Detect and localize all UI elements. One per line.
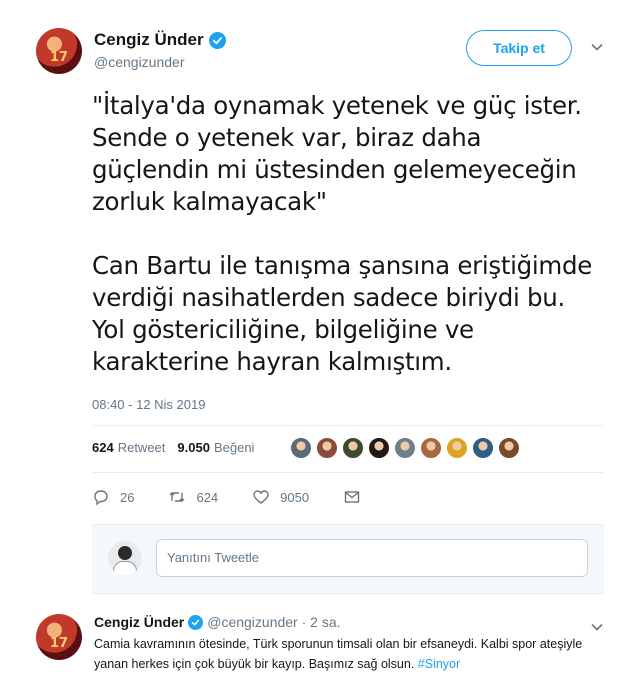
liker-avatar[interactable] [472, 437, 494, 459]
liker-avatar[interactable] [420, 437, 442, 459]
reply-count: 26 [120, 489, 135, 505]
message-action[interactable] [343, 488, 361, 506]
reply-icon [94, 490, 108, 506]
hashtag-link[interactable]: #Sinyor [418, 657, 460, 671]
author-handle[interactable]: @cengizunder [94, 54, 226, 70]
reply-body: Camia kavramının ötesinde, Türk sporunun… [94, 637, 583, 671]
current-user-avatar[interactable] [108, 541, 142, 575]
tweet-stats: 624 Retweet 9.050 Beğeni [92, 440, 254, 455]
liker-avatars[interactable] [290, 437, 520, 459]
liker-avatar[interactable] [290, 437, 312, 459]
tweet-actions: 26 624 9050 [92, 488, 395, 506]
like-action[interactable]: 9050 [252, 488, 309, 506]
tweet-text: "İtalya'da oynamak yetenek ve güç ister.… [92, 91, 592, 376]
main-tweet: 17 Cengiz Ünder @cengizunder Takip et "İ… [0, 0, 640, 600]
author-avatar[interactable]: 17 [36, 28, 82, 74]
reply-handle-time[interactable]: @cengizunder · 2 sa. [207, 614, 340, 630]
retweet-icon [169, 492, 185, 502]
author-name-row[interactable]: Cengiz Ünder [94, 30, 226, 50]
reply-input[interactable]: Yanıtını Tweetle [156, 539, 588, 577]
reply-composer: Yanıtını Tweetle [92, 524, 604, 594]
verified-badge-icon [208, 31, 226, 49]
chevron-down-icon[interactable] [590, 620, 604, 634]
like-count[interactable]: 9.050 [177, 440, 210, 455]
liker-avatar[interactable] [394, 437, 416, 459]
liker-avatar[interactable] [342, 437, 364, 459]
envelope-icon [344, 491, 360, 503]
retweet-count[interactable]: 624 [92, 440, 114, 455]
reply-text: Camia kavramının ötesinde, Türk sporunun… [94, 634, 614, 674]
reply-author-name[interactable]: Cengiz Ünder [94, 614, 184, 630]
reply-header: Cengiz Ünder @cengizunder · 2 sa. [94, 614, 341, 630]
retweet-action-count: 624 [196, 489, 219, 505]
author-info[interactable]: Cengiz Ünder @cengizunder [94, 30, 226, 70]
avatar-jersey-number: 17 [49, 50, 69, 65]
like-action-count: 9050 [280, 489, 310, 505]
liker-avatar[interactable] [368, 437, 390, 459]
verified-badge-icon [188, 614, 204, 630]
divider [92, 425, 604, 426]
like-label[interactable]: Beğeni [214, 440, 254, 455]
reply-action[interactable]: 26 [92, 488, 134, 506]
liker-avatar[interactable] [498, 437, 520, 459]
heart-icon [253, 490, 269, 504]
reply-author-avatar[interactable]: 17 [36, 614, 82, 660]
divider [92, 472, 604, 473]
liker-avatar[interactable] [316, 437, 338, 459]
retweet-label[interactable]: Retweet [118, 440, 166, 455]
retweet-action[interactable]: 624 [168, 488, 218, 506]
follow-button[interactable]: Takip et [466, 30, 572, 66]
chevron-down-icon[interactable] [590, 40, 604, 54]
avatar-jersey-number: 17 [49, 636, 69, 651]
author-display-name[interactable]: Cengiz Ünder [94, 30, 204, 50]
reply-tweet[interactable]: 17 Cengiz Ünder @cengizunder · 2 sa. Cam… [0, 600, 640, 680]
liker-avatar[interactable] [446, 437, 468, 459]
tweet-timestamp[interactable]: 08:40 - 12 Nis 2019 [92, 397, 205, 412]
